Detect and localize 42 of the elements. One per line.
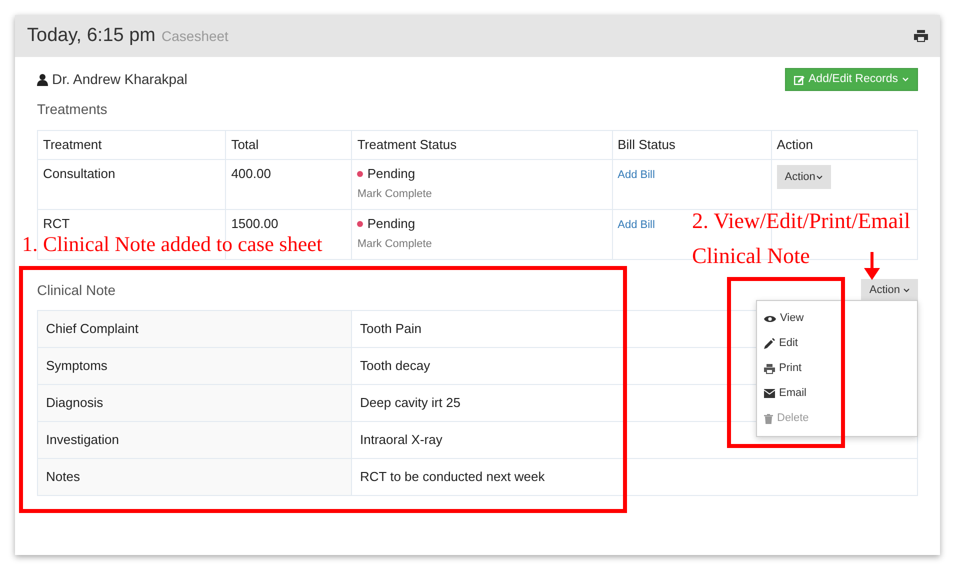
column-header: Action (771, 130, 918, 160)
printer-icon (764, 364, 775, 374)
table-cell: Diagnosis (38, 384, 352, 422)
table-cell: Symptoms (38, 348, 352, 385)
add-bill-link[interactable]: Add Bill (618, 219, 655, 232)
pencil-icon (764, 338, 775, 349)
doctor-icon (37, 74, 48, 86)
table-cell: Investigation (38, 422, 352, 459)
edit-icon (794, 74, 804, 85)
page-title: Today, 6:15 pm (27, 24, 156, 46)
status-text: Pending (367, 165, 416, 184)
eye-icon (764, 314, 776, 322)
table-cell: Chief Complaint (38, 310, 352, 348)
table-cell: 400.00 (226, 160, 352, 210)
table-cell: Notes (38, 458, 352, 496)
menu-item[interactable]: Print (757, 356, 917, 381)
column-header: Bill Status (612, 130, 772, 160)
table-cell: Consultation (38, 160, 226, 210)
section-heading: Treatments (37, 100, 108, 118)
page-subtitle: Casesheet (162, 28, 228, 44)
caret-icon (903, 288, 910, 293)
mark-complete-link[interactable]: Mark Complete (357, 235, 432, 254)
print-icon[interactable] (914, 30, 928, 42)
add-bill-link[interactable]: Add Bill (618, 169, 655, 182)
column-header: Treatment (38, 130, 226, 160)
arrow-icon (864, 252, 880, 280)
envelope-icon (764, 389, 775, 398)
action-dropdown-button[interactable]: Action (861, 279, 918, 302)
annotation-text: Clinical Note (692, 243, 810, 269)
trash-icon (764, 414, 773, 424)
caret-icon (816, 174, 824, 180)
caret-icon (902, 77, 909, 82)
annotation-text: 1. Clinical Note added to case sheet (22, 231, 322, 257)
mark-complete-link[interactable]: Mark Complete (357, 185, 432, 204)
action-dropdown-button[interactable]: Action (776, 165, 832, 190)
section-heading: Clinical Note (37, 280, 116, 300)
column-header: Total (226, 130, 352, 160)
status-text: Pending (367, 215, 416, 234)
annotation-text: 2. View/Edit/Print/Email (692, 208, 910, 234)
column-header: Treatment Status (352, 130, 612, 160)
doctor-name: Dr. Andrew Kharakpal (52, 70, 188, 90)
table-cell: RCT to be conducted next week (352, 458, 918, 496)
